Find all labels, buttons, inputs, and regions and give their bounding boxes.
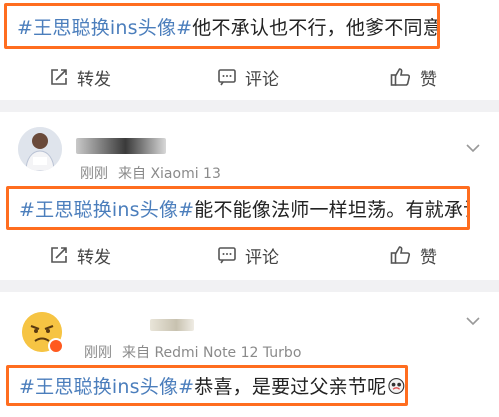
post-source: 来自 Xiaomi 13 bbox=[118, 166, 221, 182]
separator bbox=[0, 280, 499, 292]
verified-badge-icon bbox=[48, 338, 64, 354]
comment-body: 他不承认也不行，他爹不同意。 bbox=[192, 16, 440, 39]
post-time: 刚刚 bbox=[84, 345, 112, 361]
like-button[interactable]: 赞 bbox=[390, 65, 437, 90]
thumbs-up-icon bbox=[390, 246, 411, 264]
post-actions-bar: 转发 评论 赞 bbox=[0, 60, 499, 94]
topic-hashtag[interactable]: #王思聪换ins头像# bbox=[19, 195, 194, 222]
repost-button[interactable]: 转发 bbox=[49, 243, 111, 268]
repost-label: 转发 bbox=[77, 247, 111, 268]
comment-label: 评论 bbox=[245, 247, 279, 268]
chevron-down-icon[interactable] bbox=[466, 316, 480, 326]
separator bbox=[0, 100, 499, 112]
comment-button[interactable]: 评论 bbox=[217, 243, 279, 268]
comment-body: 恭喜，是要过父亲节呢 bbox=[194, 376, 387, 398]
topic-hashtag[interactable]: #王思聪换ins头像# bbox=[19, 372, 194, 399]
username-redacted bbox=[150, 319, 194, 331]
repost-label: 转发 bbox=[77, 69, 111, 90]
like-button[interactable]: 赞 bbox=[390, 243, 437, 268]
repost-icon bbox=[51, 69, 67, 85]
emoji-icon bbox=[388, 377, 405, 394]
comment-button[interactable]: 评论 bbox=[217, 65, 279, 90]
comment-label: 评论 bbox=[245, 69, 279, 90]
like-label: 赞 bbox=[420, 247, 437, 268]
like-label: 赞 bbox=[420, 69, 437, 90]
thumbs-up-icon bbox=[390, 68, 411, 86]
comment-body: 能不能像法师一样坦荡。有就承认 bbox=[194, 198, 470, 221]
repost-button[interactable]: 转发 bbox=[49, 65, 111, 90]
post-time: 刚刚 bbox=[80, 166, 108, 182]
comment-icon bbox=[218, 247, 236, 264]
comment-icon bbox=[218, 69, 236, 86]
post-source: 来自 Redmi Note 12 Turbo bbox=[122, 345, 302, 361]
post-actions-bar: 转发 评论 赞 bbox=[0, 238, 499, 272]
topic-hashtag[interactable]: #王思聪换ins头像# bbox=[17, 13, 192, 40]
post-meta: 刚刚 来自 Redmi Note 12 Turbo bbox=[84, 342, 311, 362]
comment-text-box: #王思聪换ins头像# 能不能像法师一样坦荡。有就承认 bbox=[6, 186, 470, 230]
comment-text-box: #王思聪换ins头像# 他不承认也不行，他爹不同意。 bbox=[4, 3, 440, 49]
comment-text-box: #王思聪换ins头像# 恭喜，是要过父亲节呢 bbox=[6, 365, 408, 406]
post-meta: 刚刚 来自 Xiaomi 13 bbox=[80, 163, 231, 183]
chevron-down-icon[interactable] bbox=[466, 143, 480, 153]
repost-icon bbox=[51, 247, 67, 263]
avatar[interactable] bbox=[18, 127, 62, 171]
username-redacted bbox=[76, 138, 166, 154]
